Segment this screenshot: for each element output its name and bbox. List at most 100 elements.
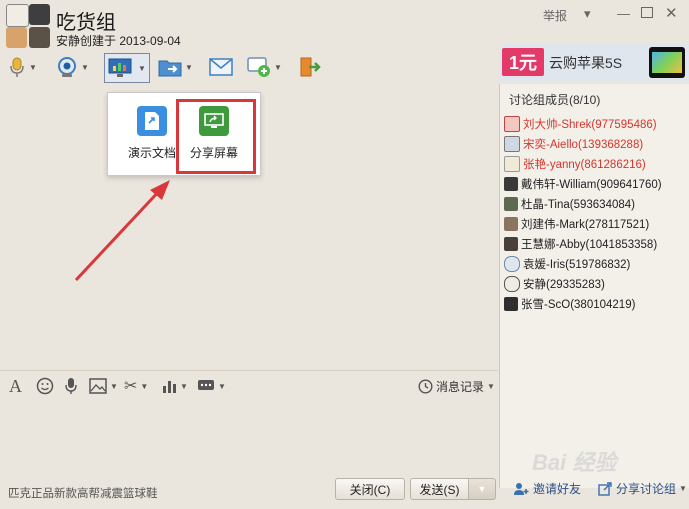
video-button[interactable]: ▼ xyxy=(56,54,89,80)
voice-button[interactable]: ▼ xyxy=(8,54,37,80)
close-icon[interactable]: ✕ xyxy=(665,4,678,22)
invite-label: 邀请好友 xyxy=(533,482,582,496)
group-subtitle: 安静创建于 2013-09-04 xyxy=(56,34,181,48)
chevron-down-icon[interactable]: ▼ xyxy=(487,382,495,391)
avatar xyxy=(6,27,27,48)
chevron-down-icon[interactable]: ▼ xyxy=(138,64,146,73)
list-item[interactable]: 袁媛-Iris(519786832) xyxy=(504,254,630,273)
chevron-down-icon[interactable]: ▼ xyxy=(679,484,687,493)
member-name: 张艳-yanny(861286216) xyxy=(523,158,646,171)
arrow-annotation xyxy=(74,180,170,282)
ad-banner[interactable]: 1元 云购苹果5S xyxy=(499,44,689,81)
image-button[interactable]: ▼ xyxy=(89,374,118,398)
avatar xyxy=(29,27,50,48)
share-group-button[interactable]: 分享讨论组 ▼ xyxy=(598,480,687,497)
list-item[interactable]: 张雪-ScO(380104219) xyxy=(504,294,635,313)
camera-icon xyxy=(58,57,76,77)
scissors-icon: ✂ xyxy=(124,378,138,395)
share-group-label: 分享讨论组 xyxy=(616,482,677,496)
screenshot-button[interactable]: ✂ ▼ xyxy=(124,374,148,398)
bar-chart-icon xyxy=(163,381,176,393)
chevron-down-icon: ▼ xyxy=(477,484,487,494)
avatar xyxy=(504,275,520,292)
send-options-button[interactable]: ▼ xyxy=(468,478,496,500)
report-link[interactable]: 举报 xyxy=(543,7,567,24)
list-item[interactable]: 戴伟轩-William(909641760) xyxy=(504,174,662,193)
member-name: 宋奕-Aiello(139368288) xyxy=(523,138,644,151)
list-item[interactable]: 宋奕-Aiello(139368288) xyxy=(504,134,643,153)
exit-group-button[interactable] xyxy=(299,54,321,80)
avatar xyxy=(504,155,520,172)
chat-bubble-icon xyxy=(198,380,214,390)
add-chat-icon xyxy=(247,57,270,77)
list-item[interactable]: 张艳-yanny(861286216) xyxy=(504,154,646,173)
list-item[interactable]: 安静(29335283) xyxy=(504,274,605,293)
minimize-icon[interactable]: — xyxy=(617,6,630,21)
chevron-down-icon[interactable]: ▼ xyxy=(274,63,282,72)
dropdown-icon[interactable]: ▾ xyxy=(584,6,591,22)
more-button[interactable]: ▼ xyxy=(197,374,226,398)
chevron-down-icon[interactable]: ▼ xyxy=(29,63,37,72)
monitor-icon xyxy=(108,58,132,77)
avatar xyxy=(504,216,518,231)
list-item[interactable]: 刘大帅-Shrek(977595486) xyxy=(504,114,657,133)
maximize-icon[interactable] xyxy=(641,6,653,21)
list-item[interactable]: 王慧娜-Abby(1041853358) xyxy=(504,234,657,253)
member-name: 袁媛-Iris(519786832) xyxy=(523,258,631,271)
avatar xyxy=(504,176,518,191)
group-title: 吃货组 xyxy=(56,12,116,34)
member-name: 张雪-ScO(380104219) xyxy=(521,298,636,311)
mail-icon xyxy=(209,58,233,76)
avatar xyxy=(504,115,520,132)
microphone-icon xyxy=(65,378,77,394)
member-name: 安静(29335283) xyxy=(523,278,605,291)
chevron-down-icon[interactable]: ▼ xyxy=(140,382,148,391)
member-name: 刘建伟-Mark(278117521) xyxy=(521,218,650,231)
close-button[interactable]: 关闭(C) xyxy=(335,478,405,500)
avatar xyxy=(504,135,520,152)
history-label: 消息记录 xyxy=(436,379,485,394)
member-name: 戴伟轩-William(909641760) xyxy=(521,178,662,191)
avatar xyxy=(6,4,29,27)
divider xyxy=(0,370,498,371)
avatar xyxy=(504,236,518,251)
share-icon xyxy=(598,481,612,496)
highlight-box xyxy=(176,99,256,174)
list-item[interactable]: 刘建伟-Mark(278117521) xyxy=(504,214,649,233)
group-avatar[interactable] xyxy=(6,4,50,48)
footer-ad-link[interactable]: 匹克正品新款高帮减震篮球鞋 xyxy=(8,485,158,501)
mail-button[interactable] xyxy=(209,54,233,80)
chart-button[interactable]: ▼ xyxy=(161,374,188,398)
font-button[interactable]: A xyxy=(9,374,22,398)
document-icon xyxy=(137,106,167,136)
list-item[interactable]: 杜晶-Tina(593634084) xyxy=(504,194,635,213)
ad-price: 1元 xyxy=(502,48,544,76)
invite-friends-button[interactable]: 邀请好友 xyxy=(513,480,581,497)
file-transfer-button[interactable]: ▼ xyxy=(158,54,193,80)
avatar xyxy=(504,296,518,311)
avatar xyxy=(504,255,520,272)
exit-icon xyxy=(300,57,321,77)
phone-image xyxy=(649,47,685,78)
folder-icon xyxy=(158,60,182,77)
smiley-icon xyxy=(36,377,54,395)
member-name: 杜晶-Tina(593634084) xyxy=(521,198,635,211)
microphone-icon xyxy=(10,57,24,77)
voice-message-button[interactable] xyxy=(64,374,78,398)
clock-icon xyxy=(418,378,433,394)
chevron-down-icon[interactable]: ▼ xyxy=(185,63,193,72)
chevron-down-icon[interactable]: ▼ xyxy=(180,382,188,391)
avatar xyxy=(504,196,518,211)
chevron-down-icon[interactable]: ▼ xyxy=(218,382,226,391)
chevron-down-icon[interactable]: ▼ xyxy=(110,382,118,391)
ad-text: 云购苹果5S xyxy=(549,55,623,71)
avatar xyxy=(29,4,50,25)
send-button[interactable]: 发送(S) xyxy=(410,478,468,500)
member-name: 王慧娜-Abby(1041853358) xyxy=(521,238,658,251)
message-history-button[interactable]: 消息记录 ▼ xyxy=(418,374,495,398)
add-app-button[interactable]: ▼ xyxy=(247,54,282,80)
image-icon xyxy=(89,378,107,394)
screen-share-toolbar-button[interactable]: ▼ xyxy=(104,53,150,83)
chevron-down-icon[interactable]: ▼ xyxy=(81,63,89,72)
emoji-button[interactable] xyxy=(36,374,54,398)
